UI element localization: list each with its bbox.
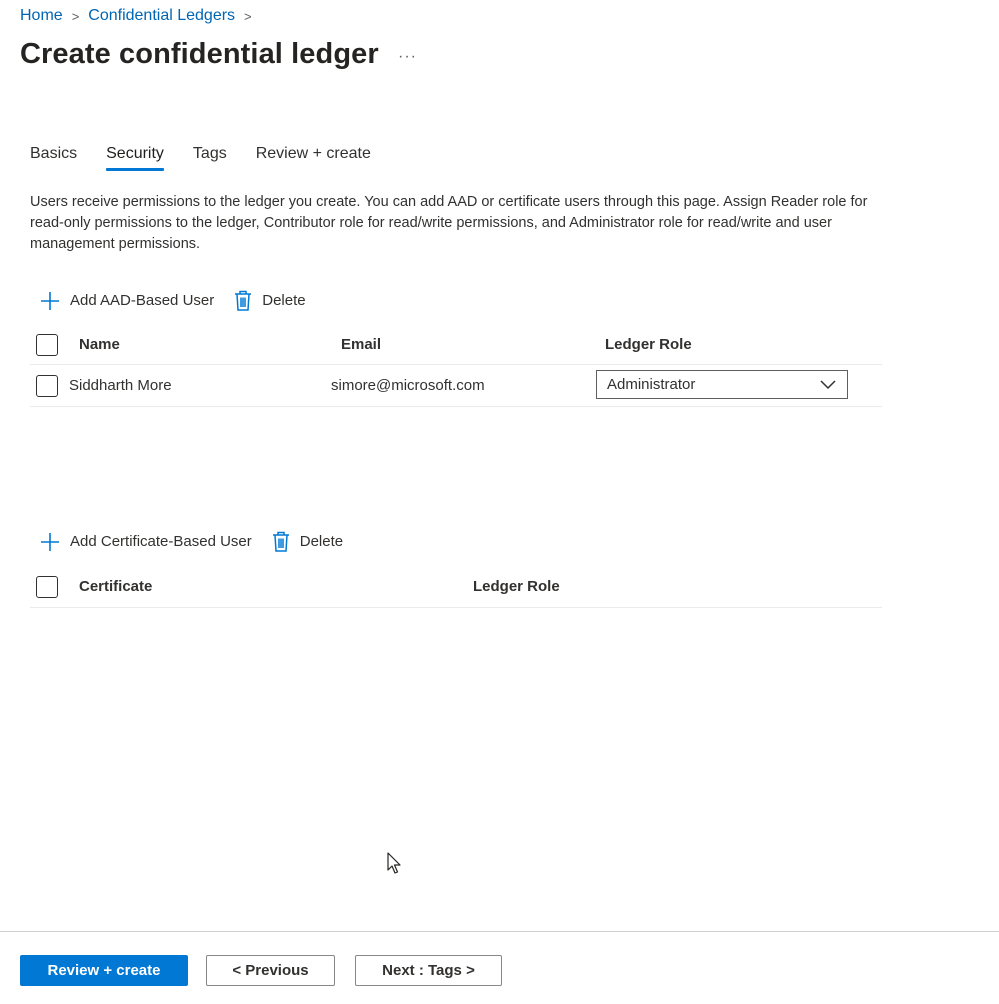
- plus-icon: [40, 291, 60, 311]
- mouse-pointer-icon: [387, 852, 403, 881]
- column-header-email[interactable]: Email: [341, 325, 381, 364]
- breadcrumb-home-link[interactable]: Home: [20, 7, 63, 25]
- tab-tags[interactable]: Tags: [193, 145, 227, 170]
- delete-aad-user-label: Delete: [262, 292, 306, 309]
- table-header-row: Name Email Ledger Role: [30, 325, 882, 365]
- footer-divider: [0, 931, 999, 932]
- select-all-aad-checkbox[interactable]: [36, 333, 58, 356]
- table-header-row: Certificate Ledger Role: [30, 566, 882, 608]
- add-aad-user-label: Add AAD-Based User: [70, 292, 215, 309]
- delete-cert-user-button[interactable]: Delete: [272, 531, 343, 552]
- cert-toolbar: Add Certificate-Based User Delete: [40, 531, 363, 552]
- ledger-role-value: Administrator: [607, 376, 696, 393]
- column-header-name[interactable]: Name: [79, 325, 120, 364]
- next-tags-button[interactable]: Next : Tags >: [355, 955, 502, 986]
- more-options-icon[interactable]: ···: [398, 48, 417, 66]
- tab-bar: Basics Security Tags Review + create: [30, 145, 400, 171]
- tab-review-create[interactable]: Review + create: [256, 145, 371, 170]
- chevron-right-icon: >: [71, 8, 80, 24]
- breadcrumb: Home > Confidential Ledgers >: [20, 7, 261, 25]
- delete-cert-user-label: Delete: [299, 533, 344, 550]
- add-cert-user-button[interactable]: Add Certificate-Based User: [40, 532, 252, 552]
- aad-users-table: Name Email Ledger Role Siddharth More si…: [30, 325, 882, 407]
- cert-users-table: Certificate Ledger Role: [30, 566, 882, 608]
- chevron-right-icon: >: [244, 8, 252, 24]
- column-header-ledger-role[interactable]: Ledger Role: [473, 566, 560, 607]
- tab-basics[interactable]: Basics: [30, 145, 77, 170]
- aad-toolbar: Add AAD-Based User Delete: [40, 290, 326, 311]
- column-header-certificate[interactable]: Certificate: [79, 566, 152, 607]
- delete-aad-user-button[interactable]: Delete: [234, 290, 306, 311]
- add-cert-user-label: Add Certificate-Based User: [70, 533, 252, 550]
- previous-button[interactable]: < Previous: [206, 955, 335, 986]
- breadcrumb-ledgers-link[interactable]: Confidential Ledgers: [88, 7, 235, 25]
- tab-security[interactable]: Security: [106, 145, 164, 171]
- trash-icon: [234, 290, 252, 311]
- column-header-ledger-role[interactable]: Ledger Role: [605, 325, 692, 364]
- page-title: Create confidential ledger: [20, 38, 379, 70]
- user-name: Siddharth More: [69, 377, 172, 394]
- security-description: Users receive permissions to the ledger …: [30, 194, 868, 252]
- ledger-role-dropdown[interactable]: Administrator: [596, 370, 848, 399]
- user-email: simore@microsoft.com: [331, 377, 485, 394]
- review-create-button[interactable]: Review + create: [20, 955, 188, 986]
- trash-icon: [272, 531, 290, 552]
- select-all-cert-checkbox[interactable]: [36, 575, 58, 598]
- add-aad-user-button[interactable]: Add AAD-Based User: [40, 291, 214, 311]
- row-checkbox[interactable]: [36, 374, 58, 397]
- table-row: Siddharth More simore@microsoft.com Admi…: [30, 365, 882, 407]
- plus-icon: [40, 532, 60, 552]
- chevron-down-icon: [819, 377, 837, 397]
